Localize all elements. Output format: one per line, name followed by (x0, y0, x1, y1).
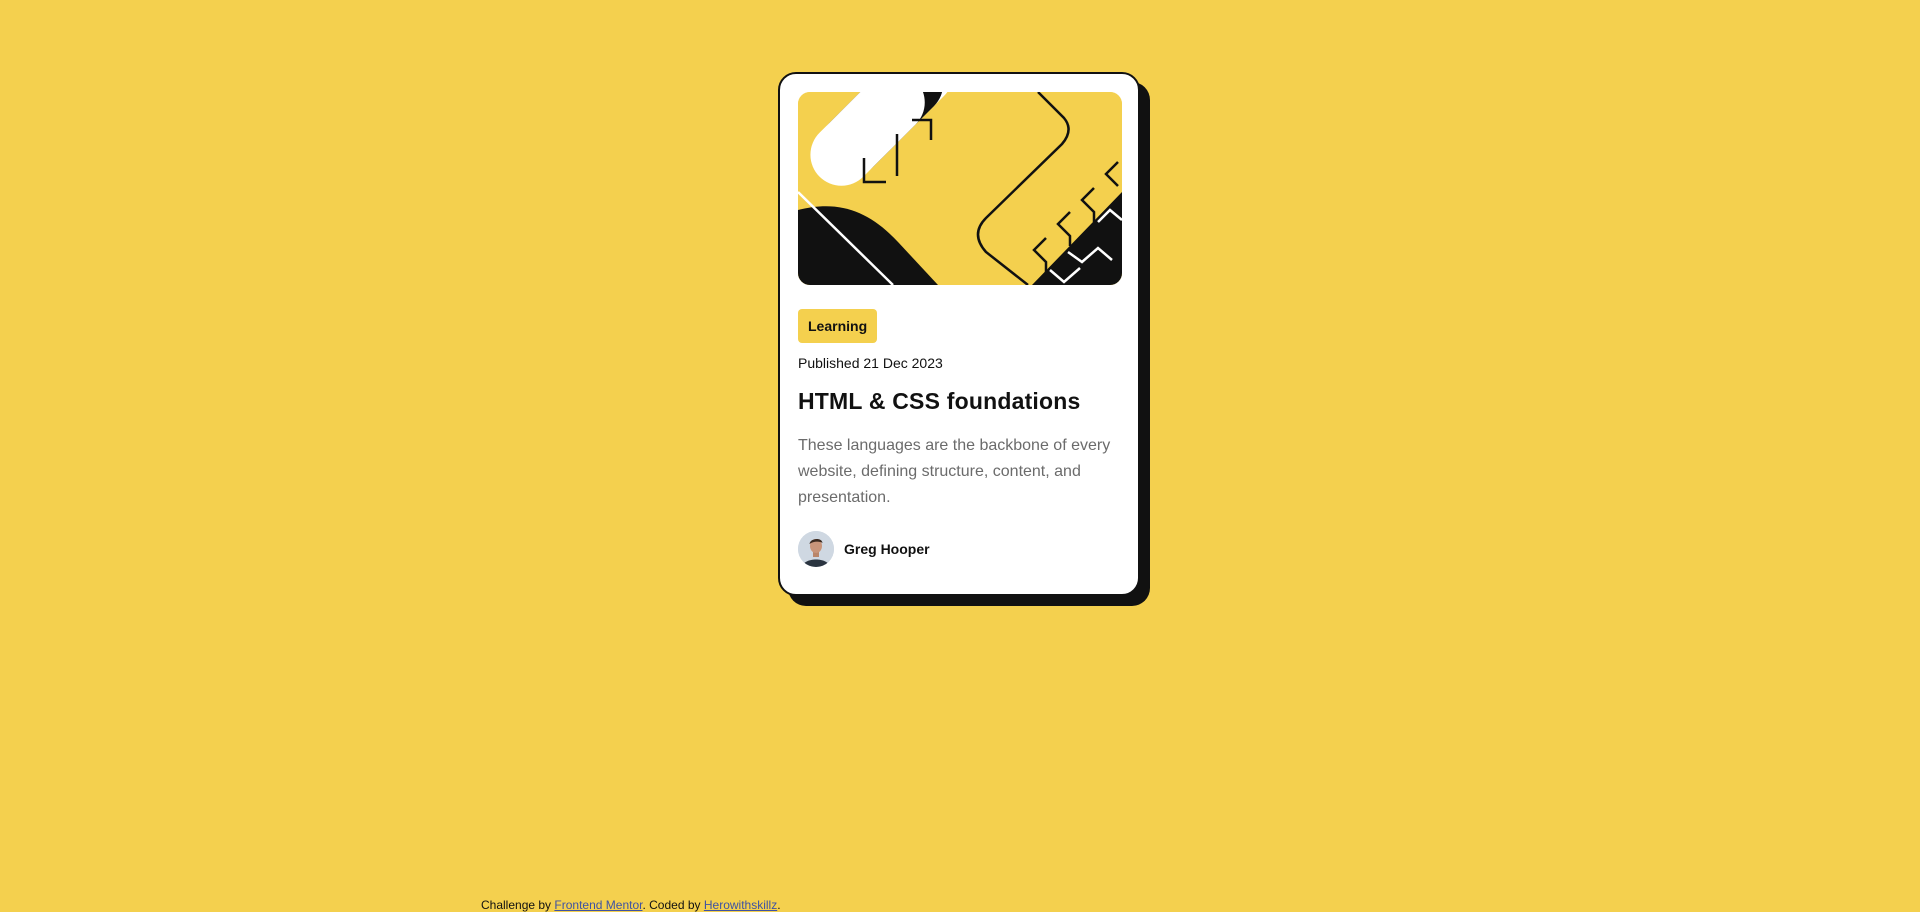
author-profile-link[interactable]: Herowithskillz (704, 898, 777, 912)
card-description: These languages are the backbone of ever… (798, 437, 1111, 506)
attribution-prefix: Challenge by (481, 898, 552, 912)
attribution-footer: Challenge by Frontend Mentor. Coded by H… (481, 898, 781, 912)
author-block: Greg Hooper (798, 530, 930, 568)
blog-preview-card: Learning Published 21 Dec 2023 HTML & CS… (778, 72, 1140, 596)
card-illustration (798, 92, 1122, 285)
attribution-suffix: . (777, 898, 781, 912)
person-portrait-icon (798, 531, 834, 567)
attribution-middle: . Coded by (642, 898, 701, 912)
published-date: Published 21 Dec 2023 (798, 355, 943, 371)
category-tag: Learning (798, 309, 878, 343)
frontend-mentor-link[interactable]: Frontend Mentor (554, 898, 642, 912)
abstract-code-illustration-icon (798, 92, 1122, 285)
card-title[interactable]: HTML & CSS foundations (798, 388, 1081, 415)
author-name: Greg Hooper (844, 541, 930, 557)
